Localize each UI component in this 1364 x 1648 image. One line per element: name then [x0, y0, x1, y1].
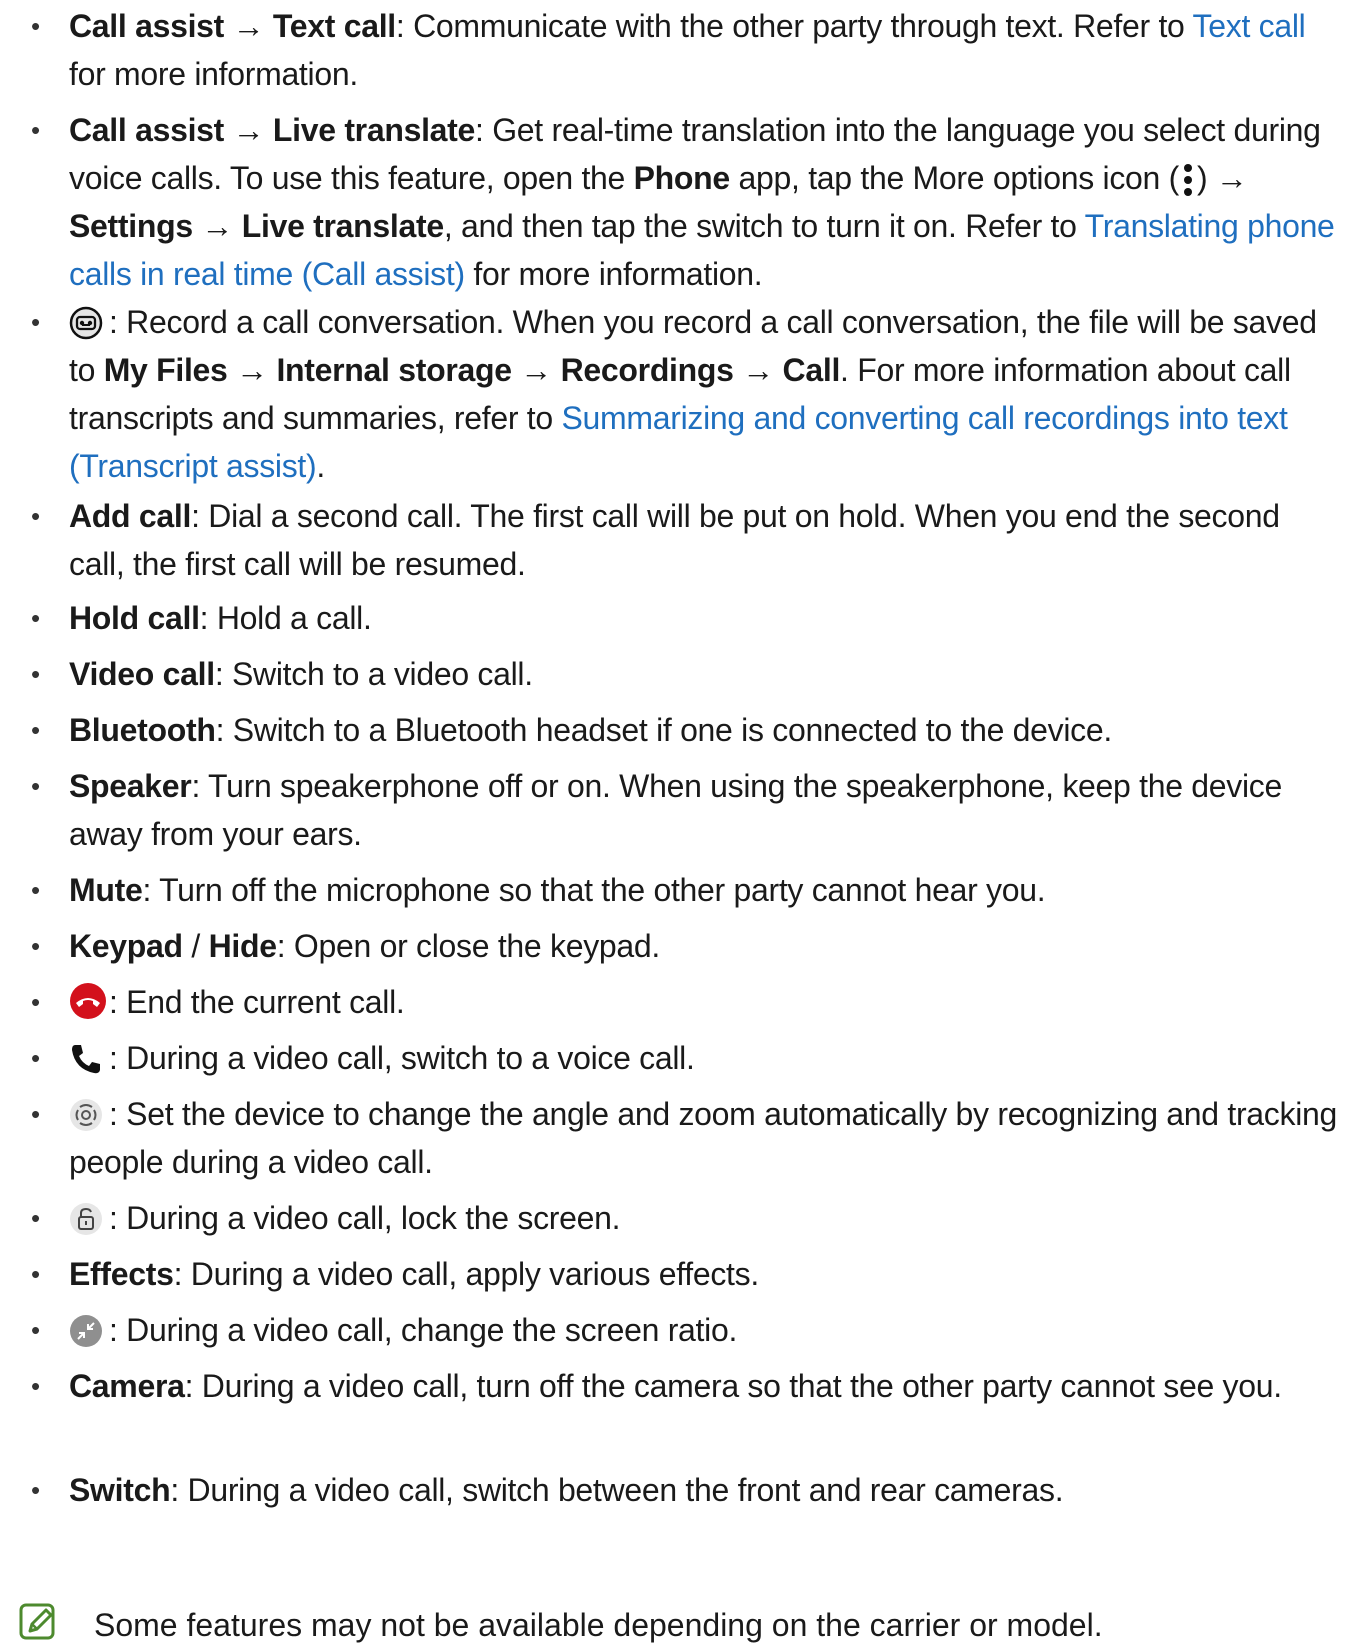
- screen-ratio-icon: [69, 1313, 103, 1347]
- term-label: Mute: [69, 872, 143, 908]
- description-text: : Turn off the microphone so that the ot…: [142, 872, 1046, 908]
- description-text: : Turn speakerphone off or on. When usin…: [69, 768, 1282, 852]
- auto-framing-icon: [69, 1097, 103, 1131]
- description-text: : Communicate with the other party throu…: [395, 8, 1193, 44]
- bullet-dot: •: [31, 771, 40, 801]
- term-label: Hide: [208, 928, 277, 964]
- description-text: : Set the device to change the angle and…: [69, 1096, 1338, 1180]
- list-item-text: Call assist → Live translate: Get real-t…: [69, 106, 1338, 298]
- description-text: →: [511, 352, 561, 388]
- list-item-text: : During a video call, change the screen…: [69, 1306, 1338, 1354]
- description-text: : Open or close the keypad.: [276, 928, 661, 964]
- list-item-text: Call assist → Text call: Communicate wit…: [69, 2, 1338, 98]
- list-item-text: : Record a call conversation. When you r…: [69, 298, 1338, 490]
- term-label: Bluetooth: [69, 712, 216, 748]
- term-label: Live translate: [241, 208, 444, 244]
- list-item-text: Camera: During a video call, turn off th…: [69, 1362, 1338, 1410]
- more-options-icon: [1180, 161, 1196, 199]
- description-text: : During a video call, apply various eff…: [173, 1256, 760, 1292]
- term-label: Add call: [69, 498, 192, 534]
- term-label: Hold call: [69, 600, 200, 636]
- description-text: : During a video call, change the screen…: [109, 1312, 738, 1348]
- list-item-text: : End the current call.: [69, 978, 1338, 1026]
- note-text: Some features may not be available depen…: [94, 1607, 1103, 1643]
- term-label: Call assist: [69, 8, 225, 44]
- description-text: : Switch to a Bluetooth headset if one i…: [215, 712, 1113, 748]
- term-label: Live translate: [272, 112, 476, 148]
- cross-reference-link[interactable]: Text call: [1193, 8, 1306, 44]
- description-text: →: [224, 112, 273, 148]
- description-text: : During a video call, turn off the came…: [184, 1368, 1283, 1404]
- term-label: Phone: [633, 160, 731, 196]
- description-text: : Hold a call.: [199, 600, 372, 636]
- description-text: for more information.: [69, 56, 358, 92]
- bullet-dot: •: [31, 715, 40, 745]
- bullet-dot: •: [31, 659, 40, 689]
- term-label: Call: [782, 352, 841, 388]
- bullet-dot: •: [31, 1043, 40, 1073]
- description-text: ) →: [1196, 160, 1248, 196]
- list-item-text: Hold call: Hold a call.: [69, 594, 1338, 642]
- bullet-dot: •: [31, 1315, 40, 1345]
- bullet-dot: •: [31, 1259, 40, 1289]
- list-item-text: Mute: Turn off the microphone so that th…: [69, 866, 1338, 914]
- term-label: Video call: [69, 656, 215, 692]
- term-label: Settings: [69, 208, 193, 244]
- description-text: : End the current call.: [109, 984, 405, 1020]
- voice-call-icon: [69, 1041, 103, 1075]
- list-item-text: : During a video call, switch to a voice…: [69, 1034, 1338, 1082]
- term-label: Switch: [69, 1472, 171, 1508]
- bullet-dot: •: [31, 307, 40, 337]
- description-text: : Dial a second call. The first call wil…: [69, 498, 1280, 582]
- term-label: Recordings: [560, 352, 734, 388]
- list-item-text: Video call: Switch to a video call.: [69, 650, 1338, 698]
- record-icon: [69, 305, 103, 340]
- description-text: : During a video call, switch to a voice…: [109, 1040, 695, 1076]
- description-text: app, tap the More options icon (: [729, 160, 1180, 196]
- term-label: Internal storage: [276, 352, 512, 388]
- description-text: : During a video call, lock the screen.: [109, 1200, 621, 1236]
- term-label: Camera: [69, 1368, 185, 1404]
- bullet-dot: •: [31, 875, 40, 905]
- description-text: →: [224, 8, 273, 44]
- description-text: : Switch to a video call.: [214, 656, 533, 692]
- bullet-dot: •: [31, 1371, 40, 1401]
- list-item-text: Keypad / Hide: Open or close the keypad.: [69, 922, 1338, 970]
- manual-page: • Call assist → Text call: Communicate wi…: [0, 0, 1364, 1648]
- description-text: : During a video call, switch between th…: [170, 1472, 1064, 1508]
- description-text: →: [227, 352, 277, 388]
- bullet-dot: •: [31, 11, 40, 41]
- list-item-text: : During a video call, lock the screen.: [69, 1194, 1338, 1242]
- list-item-text: Switch: During a video call, switch betw…: [69, 1466, 1338, 1514]
- term-label: Text call: [272, 8, 396, 44]
- term-label: Call assist: [69, 112, 225, 148]
- description-text: /: [182, 928, 209, 964]
- term-label: Speaker: [69, 768, 192, 804]
- list-item-text: Speaker: Turn speakerphone off or on. Wh…: [69, 762, 1338, 858]
- list-item-text: Effects: During a video call, apply vari…: [69, 1250, 1338, 1298]
- description-text: .: [316, 448, 325, 484]
- bullet-dot: •: [31, 115, 40, 145]
- term-label: Keypad: [69, 928, 183, 964]
- bullet-dot: •: [31, 931, 40, 961]
- list-item-text: Add call: Dial a second call. The first …: [69, 492, 1338, 588]
- term-label: Effects: [69, 1256, 174, 1292]
- bullet-dot: •: [31, 987, 40, 1017]
- bullet-dot: •: [31, 501, 40, 531]
- term-label: My Files: [103, 352, 228, 388]
- note: Some features may not be available depen…: [0, 1602, 1364, 1648]
- end-call-icon: [69, 982, 106, 1019]
- bullet-dot: •: [31, 603, 40, 633]
- bullet-dot: •: [31, 1099, 40, 1129]
- description-text: →: [733, 352, 783, 388]
- bullet-dot: •: [31, 1475, 40, 1505]
- bullet-dot: •: [31, 1203, 40, 1233]
- description-text: →: [192, 208, 242, 244]
- list-item-text: : Set the device to change the angle and…: [69, 1090, 1338, 1186]
- note-pencil-icon: [19, 1603, 55, 1640]
- list-item-text: Bluetooth: Switch to a Bluetooth headset…: [69, 706, 1338, 754]
- screen-lock-icon: [69, 1201, 103, 1235]
- description-text: , and then tap the switch to turn it on.…: [443, 208, 1085, 244]
- description-text: for more information.: [464, 256, 763, 292]
